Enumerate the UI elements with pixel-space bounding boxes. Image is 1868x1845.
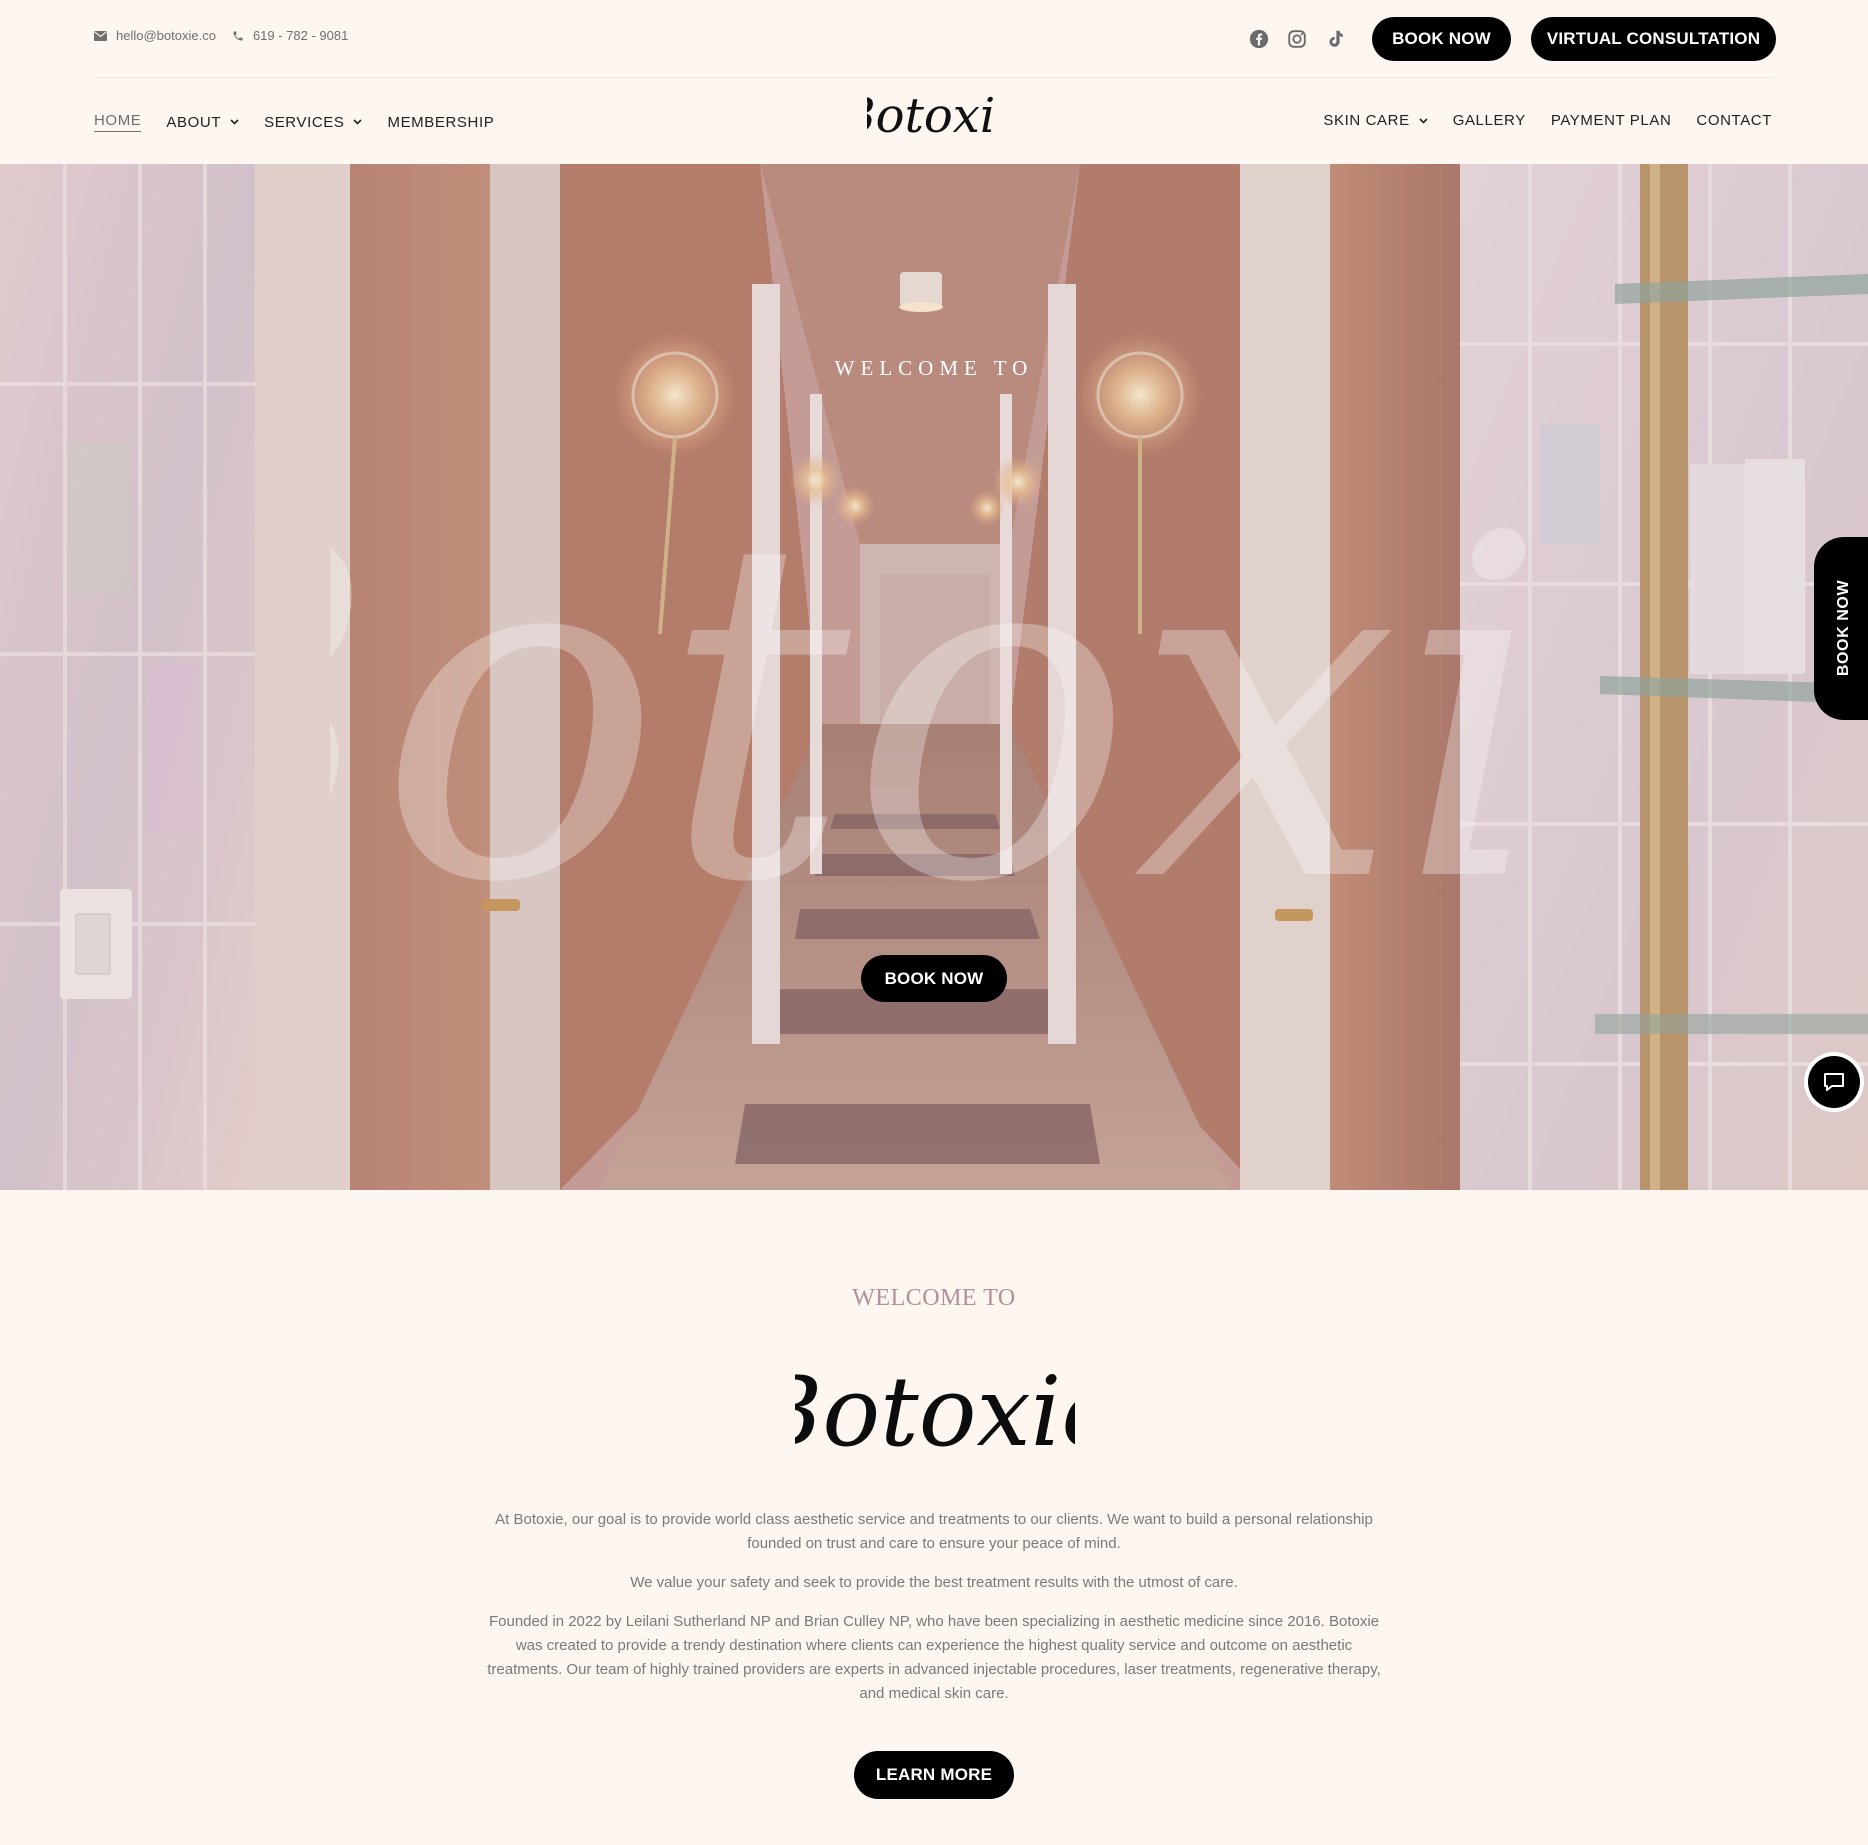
intro-paragraph-3: Founded in 2022 by Leilani Sutherland NP… (487, 1613, 1381, 1702)
botoxie-logo[interactable]: Botoxie (867, 82, 997, 154)
virtual-consultation-button[interactable]: VIRTUAL CONSULTATION (1531, 17, 1776, 61)
nav-label-home: HOME (94, 112, 142, 132)
nav-right: SKIN CARE GALLERY PAYMENT PLAN CONTACT (1323, 112, 1772, 129)
nav-item-skin-care[interactable]: SKIN CARE (1323, 112, 1428, 129)
welcome-logo-text: Botoxie (795, 1356, 1075, 1468)
envelope-icon (94, 30, 107, 41)
side-book-now-tab[interactable]: BOOK NOW (1814, 537, 1868, 720)
nav-item-about[interactable]: ABOUT (166, 114, 239, 131)
phone-link[interactable]: 619 - 782 - 9081 (232, 28, 348, 43)
learn-more-button[interactable]: LEARN MORE (854, 1751, 1014, 1799)
nav-item-membership[interactable]: MEMBERSHIP (387, 114, 494, 131)
tiktok-icon[interactable] (1324, 28, 1346, 50)
nav-item-gallery[interactable]: GALLERY (1453, 112, 1526, 129)
top-utility-bar: hello@botoxie.co 619 - 782 - 9081 BOOK N… (0, 0, 1868, 78)
welcome-botoxie-logo: Botoxie (795, 1356, 1075, 1468)
nav-label-services: SERVICES (264, 113, 345, 131)
facebook-icon[interactable] (1248, 28, 1270, 50)
social-links (1248, 28, 1346, 50)
intro-paragraph-1: At Botoxie, our goal is to provide world… (495, 1511, 1373, 1552)
hero-script-text: Botoxie (330, 438, 1530, 985)
contact-info: hello@botoxie.co 619 - 782 - 9081 (94, 28, 348, 43)
chat-button[interactable] (1808, 1056, 1860, 1108)
book-now-button[interactable]: BOOK NOW (1372, 17, 1511, 61)
instagram-icon[interactable] (1286, 28, 1308, 50)
side-book-now-label: BOOK NOW (1835, 579, 1852, 677)
phone-icon (233, 31, 243, 40)
nav-label-gallery: GALLERY (1452, 112, 1526, 129)
chat-icon (1824, 1073, 1844, 1091)
hero-section: WELCOME TO Botoxie BOOK NOW BOOK NOW (0, 164, 1868, 1190)
nav-label-membership: MEMBERSHIP (387, 113, 495, 131)
nav-item-home[interactable]: HOME (94, 112, 142, 132)
nav-label-payment-plan: PAYMENT PLAN (1550, 112, 1672, 129)
nav-label-about: ABOUT (166, 113, 222, 131)
intro-paragraph-2: We value your safety and seek to provide… (630, 1574, 1238, 1591)
phone-text: 619 - 782 - 9081 (252, 28, 349, 43)
welcome-heading: WELCOME TO (852, 1285, 1016, 1311)
nav-label-contact: CONTACT (1696, 112, 1772, 129)
email-text: hello@botoxie.co (116, 28, 216, 43)
header-divider (94, 77, 1774, 78)
chevron-down-icon (230, 119, 239, 125)
nav-label-skin-care: SKIN CARE (1323, 112, 1410, 129)
header-actions: BOOK NOW VIRTUAL CONSULTATION (1248, 17, 1776, 61)
hero-book-now-button[interactable]: BOOK NOW (861, 955, 1007, 1002)
logo-text: Botoxie (867, 88, 997, 144)
nav-item-contact[interactable]: CONTACT (1696, 112, 1772, 129)
nav-item-services[interactable]: SERVICES (264, 113, 363, 131)
email-link[interactable]: hello@botoxie.co (94, 28, 216, 43)
chevron-down-icon (1419, 117, 1428, 124)
nav-item-payment-plan[interactable]: PAYMENT PLAN (1551, 112, 1672, 129)
chevron-down-icon (353, 119, 363, 125)
nav-left: HOME ABOUT SERVICES MEMBERSHIP (94, 112, 494, 132)
